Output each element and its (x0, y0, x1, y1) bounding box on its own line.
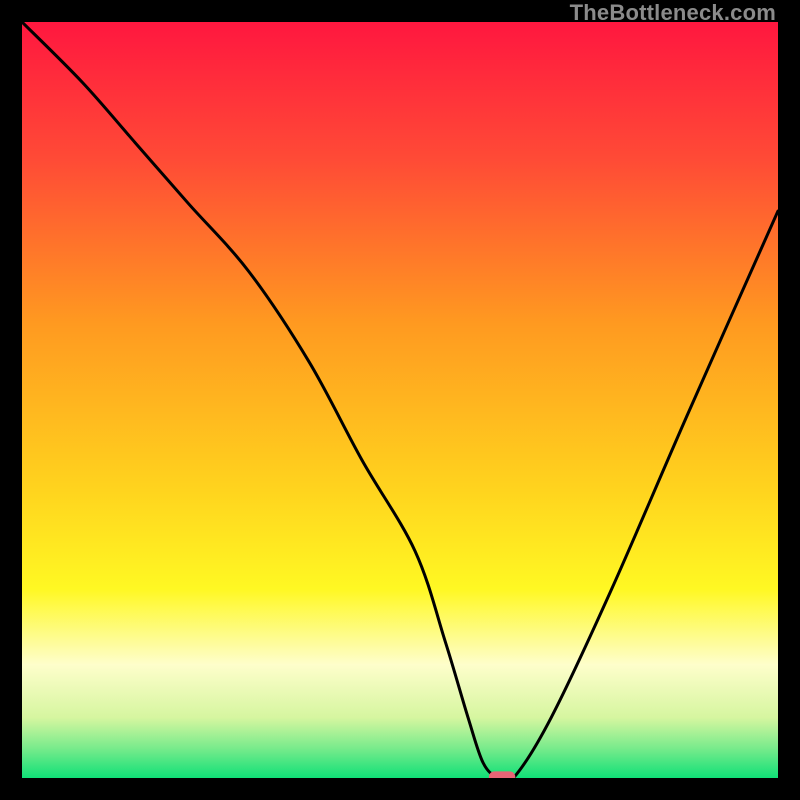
chart-frame: TheBottleneck.com (0, 0, 800, 800)
watermark-text: TheBottleneck.com (570, 0, 776, 26)
optimal-marker-pill (489, 771, 515, 778)
gradient-background (22, 22, 778, 778)
chart-svg (22, 22, 778, 778)
plot-area (22, 22, 778, 778)
optimal-marker (489, 771, 515, 778)
